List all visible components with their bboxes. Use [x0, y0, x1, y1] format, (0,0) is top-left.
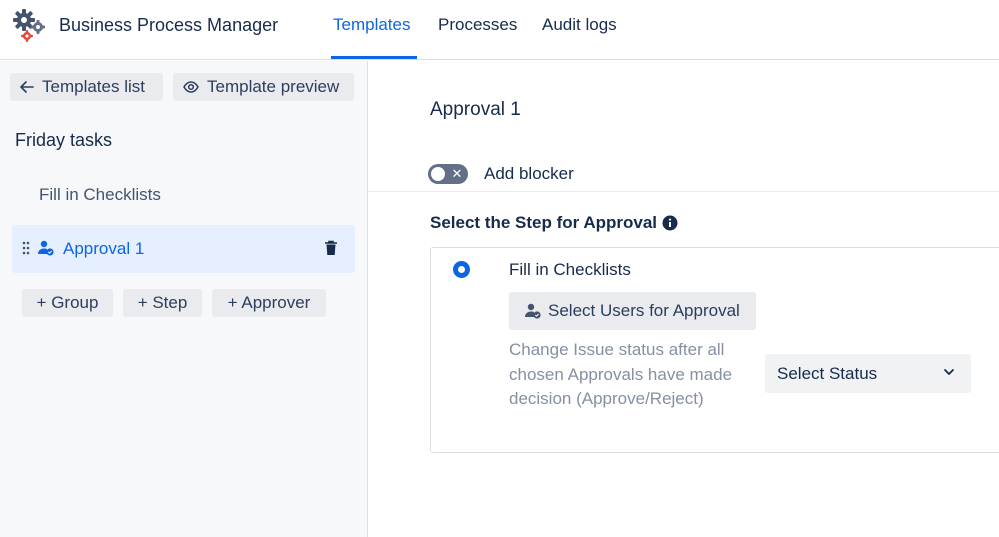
add-blocker-label: Add blocker — [484, 164, 574, 183]
tab-processes[interactable]: Processes — [438, 15, 517, 35]
app-title: Business Process Manager — [59, 15, 279, 35]
approver-icon — [525, 303, 541, 319]
status-description: Change Issue status after all chosen App… — [509, 340, 733, 408]
card-step-label: Fill in Checklists — [509, 260, 631, 279]
templates-list-button[interactable]: Templates list — [10, 73, 163, 101]
sidebar: Templates list Template preview Friday t… — [0, 61, 368, 537]
top-bar: Business Process Manager Templates Proce… — [0, 0, 999, 60]
divider — [368, 191, 999, 192]
trash-icon[interactable] — [324, 240, 338, 256]
add-step-button[interactable]: + Step — [123, 289, 202, 317]
sidebar-item-approval-1[interactable]: Approval 1 — [12, 225, 355, 273]
sidebar-item-fill-in-checklists[interactable]: Fill in Checklists — [39, 185, 161, 205]
step-approval-card: Fill in Checklists Select Users for Appr… — [430, 247, 999, 453]
section-title-text: Select the Step for Approval — [430, 213, 658, 232]
toggle-knob — [431, 167, 445, 181]
chevron-down-icon — [944, 369, 954, 375]
eye-icon — [183, 81, 199, 93]
main-panel: Approval 1 ✕ Add blocker Select the Step… — [368, 61, 999, 537]
arrow-left-icon — [20, 81, 34, 93]
tab-audit-logs[interactable]: Audit logs — [542, 15, 617, 35]
step-title: Approval 1 — [430, 99, 521, 120]
section-title: Select the Step for Approval — [430, 213, 678, 233]
template-preview-button[interactable]: Template preview — [173, 73, 354, 101]
add-approver-button[interactable]: + Approver — [212, 289, 326, 317]
add-blocker-toggle[interactable]: ✕ — [428, 164, 468, 184]
gears-icon — [12, 8, 48, 44]
add-group-button[interactable]: + Group — [22, 289, 113, 317]
select-users-button[interactable]: Select Users for Approval — [509, 292, 756, 330]
info-icon[interactable] — [662, 215, 678, 231]
tab-templates[interactable]: Templates — [333, 15, 410, 35]
radio-dot — [458, 266, 465, 273]
sidebar-item-label: Approval 1 — [63, 239, 145, 258]
template-preview-label: Template preview — [207, 77, 340, 96]
active-tab-indicator — [331, 56, 417, 59]
status-select[interactable]: Select Status — [765, 354, 971, 393]
templates-list-label: Templates list — [42, 77, 145, 96]
step-radio[interactable] — [453, 261, 470, 278]
close-icon: ✕ — [451, 166, 463, 181]
template-name: Friday tasks — [15, 130, 113, 150]
select-users-label: Select Users for Approval — [548, 301, 740, 320]
drag-handle-icon[interactable] — [22, 241, 30, 255]
status-select-value: Select Status — [777, 363, 878, 383]
approver-icon — [38, 240, 54, 256]
